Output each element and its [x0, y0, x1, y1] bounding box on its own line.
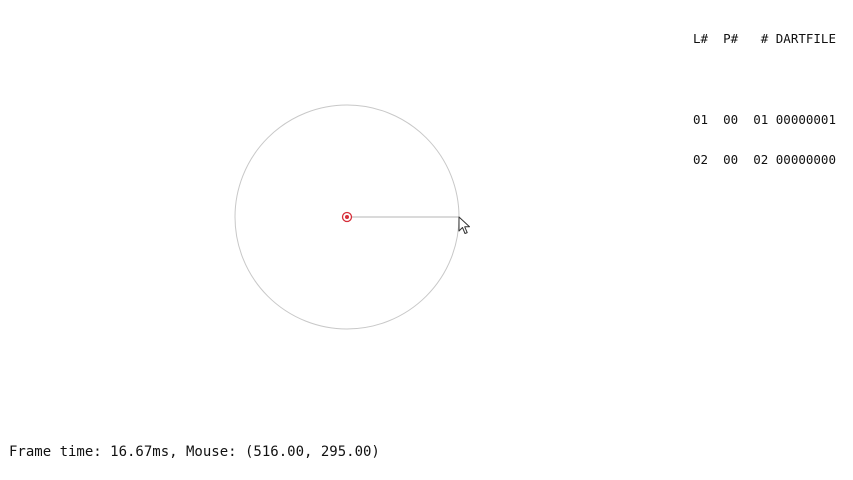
layer-table-spacer: [693, 73, 836, 86]
frame-status: Frame time: 16.67ms, Mouse: (516.00, 295…: [9, 444, 380, 460]
center-marker[interactable]: [341, 211, 353, 223]
layer-table-row: 02 00 02 00000000: [693, 152, 836, 167]
arrow-pointer-icon: [458, 216, 470, 234]
center-marker-inner: [345, 215, 349, 219]
layer-table-row: 01 00 01 00000001: [693, 111, 836, 127]
layer-table-header: L# P# # DARTFILE: [693, 31, 836, 46]
layer-table: L# P# # DARTFILE 01 00 01 00000001 02 00…: [693, 5, 836, 180]
